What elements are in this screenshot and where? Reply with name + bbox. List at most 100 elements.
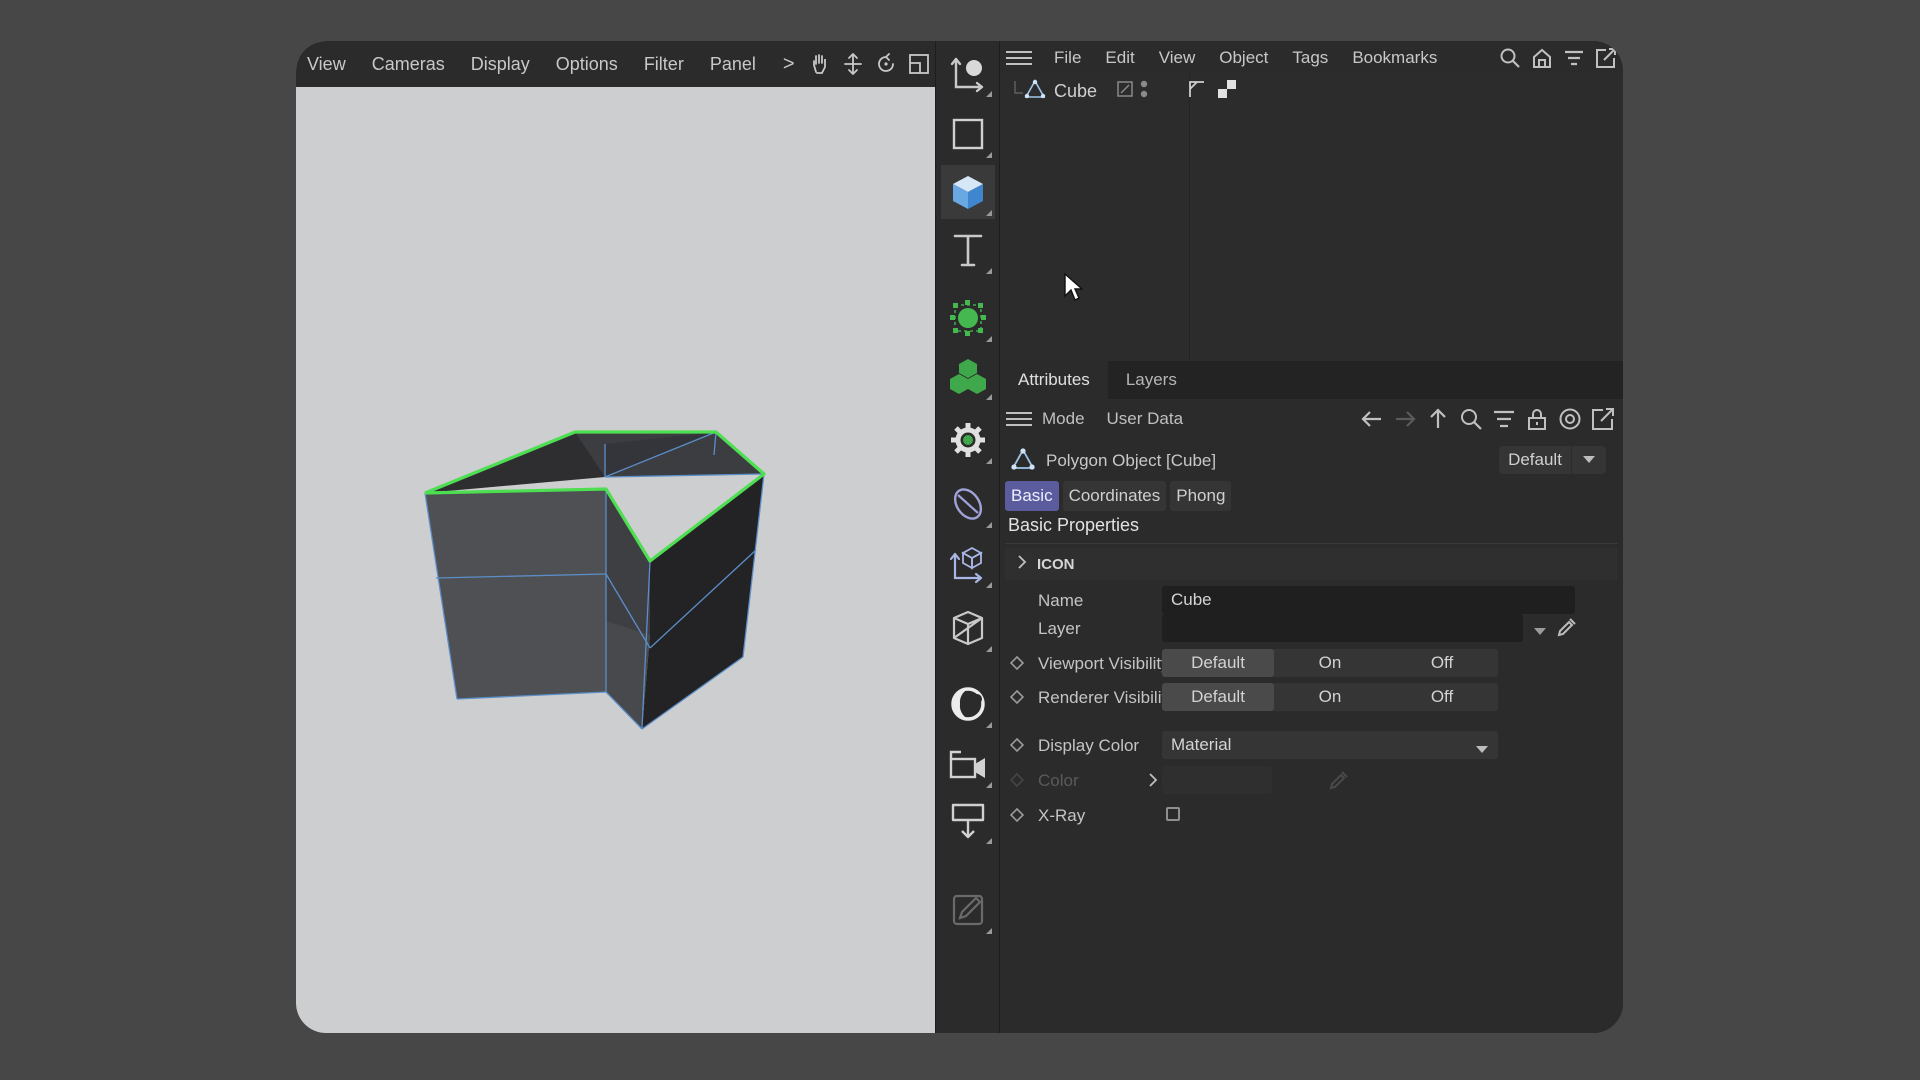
search-icon[interactable] <box>1499 47 1521 74</box>
viewport-nav <box>808 41 935 87</box>
rotate-view-icon[interactable] <box>874 52 898 76</box>
up-arrow-icon[interactable] <box>1426 407 1450 436</box>
text-icon[interactable] <box>941 223 995 277</box>
display-color-dropdown[interactable]: Material <box>1162 731 1498 759</box>
cinema4d-window: View Cameras Display Options Filter Pane… <box>296 41 1623 1033</box>
xray-label: X-Ray <box>1038 806 1086 825</box>
name-value[interactable]: Cube <box>1171 590 1212 610</box>
renderer-visibility-on[interactable]: On <box>1274 683 1386 711</box>
prop-layer: Layer <box>1000 614 1623 644</box>
scene-icon[interactable] <box>941 601 995 655</box>
layer-field[interactable] <box>1162 614 1523 642</box>
subtab-phong[interactable]: Phong <box>1170 481 1232 511</box>
eyedropper-icon[interactable] <box>1556 616 1578 643</box>
mode-menu[interactable]: Mode <box>1042 409 1085 429</box>
viewport-visibility-on[interactable]: On <box>1274 649 1386 677</box>
pencil-icon[interactable] <box>941 883 995 937</box>
filter-icon[interactable] <box>1492 407 1516 436</box>
attribute-subtabs: Basic Coordinates Phong <box>1005 481 1232 511</box>
object-name[interactable]: Cube <box>1054 81 1097 102</box>
object-row[interactable]: Cube <box>1014 78 1237 104</box>
section-title: Basic Properties <box>1008 515 1140 535</box>
new-window-icon[interactable] <box>1591 407 1615 436</box>
xray-checkbox[interactable] <box>1166 807 1180 821</box>
object-header: Polygon Object [Cube] Default <box>1000 445 1623 477</box>
om-menu-view[interactable]: View <box>1147 48 1208 68</box>
cloner-icon[interactable] <box>941 349 995 403</box>
spline-object-icon[interactable] <box>941 537 995 591</box>
prop-color: Color <box>1000 766 1623 796</box>
search-icon[interactable] <box>1459 407 1483 436</box>
om-menu-edit[interactable]: Edit <box>1093 48 1146 68</box>
om-menu-file[interactable]: File <box>1042 48 1093 68</box>
attribute-hamburger-icon[interactable] <box>1006 409 1032 429</box>
hamburger-menu-icon[interactable] <box>1006 48 1032 68</box>
om-menu-tags[interactable]: Tags <box>1280 48 1340 68</box>
target-icon[interactable] <box>1558 407 1582 436</box>
viewport-3d-scene[interactable] <box>296 87 935 1033</box>
viewport-menu-display[interactable]: Display <box>458 54 543 75</box>
material-tag-icon[interactable] <box>1217 79 1237 104</box>
keyframe-diamond-icon <box>1009 772 1025 788</box>
viewport-menu-cameras[interactable]: Cameras <box>359 54 458 75</box>
om-menu-object[interactable]: Object <box>1207 48 1280 68</box>
field-icon[interactable] <box>941 477 995 531</box>
chevron-right-icon[interactable] <box>1017 554 1027 574</box>
preset-dropdown[interactable]: Default <box>1499 446 1571 474</box>
preset-dropdown-arrow[interactable] <box>1572 446 1606 474</box>
keyframe-diamond-icon[interactable] <box>1009 737 1025 753</box>
filter-icon[interactable] <box>1563 47 1585 74</box>
renderer-visibility-label: Renderer Visibility <box>1038 688 1175 707</box>
tag-icon[interactable] <box>941 793 995 847</box>
renderer-visibility-default[interactable]: Default <box>1162 683 1274 711</box>
viewport-visibility-off[interactable]: Off <box>1386 649 1498 677</box>
subdivision-icon[interactable] <box>941 291 995 345</box>
keyframe-diamond-icon[interactable] <box>1009 807 1025 823</box>
visibility-dots-icon[interactable] <box>1139 78 1149 105</box>
keyframe-diamond-icon[interactable] <box>1009 689 1025 705</box>
renderer-visibility-off[interactable]: Off <box>1386 683 1498 711</box>
chevron-right-icon[interactable] <box>1148 773 1158 792</box>
chevron-down-icon[interactable] <box>1476 741 1488 759</box>
viewport-menu-options[interactable]: Options <box>543 54 631 75</box>
forward-arrow-icon[interactable] <box>1393 407 1417 436</box>
move-tool-icon[interactable] <box>941 46 995 100</box>
om-menu-bookmarks[interactable]: Bookmarks <box>1340 48 1449 68</box>
prop-xray: X-Ray <box>1000 801 1623 831</box>
tab-attributes[interactable]: Attributes <box>1000 361 1108 399</box>
camera-icon[interactable] <box>941 737 995 791</box>
keyframe-diamond-icon[interactable] <box>1009 655 1025 671</box>
name-field[interactable]: Cube <box>1162 586 1575 614</box>
attribute-manager: Attributes Layers Mode User Data Polygon… <box>1000 361 1623 1033</box>
tab-layers[interactable]: Layers <box>1108 361 1195 399</box>
viewport-menu-more[interactable]: > <box>769 53 809 76</box>
maximize-view-icon[interactable] <box>907 52 931 76</box>
object-list[interactable]: Cube <box>1000 74 1623 360</box>
subtab-coordinates[interactable]: Coordinates <box>1062 481 1167 511</box>
polygon-cube-model[interactable] <box>296 87 935 1033</box>
user-data-menu[interactable]: User Data <box>1107 409 1184 429</box>
new-window-icon[interactable] <box>1595 47 1617 74</box>
layer-dropdown-arrow-icon[interactable] <box>1534 623 1546 641</box>
viewport-visibility-default[interactable]: Default <box>1162 649 1274 677</box>
viewport-menu-panel[interactable]: Panel <box>697 54 769 75</box>
viewport-visibility-label: Viewport Visibility <box>1038 654 1170 673</box>
rectangle-select-icon[interactable] <box>941 107 995 161</box>
deformer-gear-icon[interactable] <box>941 413 995 467</box>
icon-group-header[interactable]: ICON <box>1005 548 1618 580</box>
phong-tag-icon[interactable] <box>1187 79 1207 104</box>
light-icon[interactable] <box>941 677 995 731</box>
lock-icon[interactable] <box>1525 407 1549 436</box>
move-view-icon[interactable] <box>841 52 865 76</box>
home-icon[interactable] <box>1531 47 1553 74</box>
viewport-menu-view[interactable]: View <box>296 54 359 75</box>
attribute-tabs: Attributes Layers <box>1000 361 1623 399</box>
layer-label: Layer <box>1038 619 1081 638</box>
edit-check-icon[interactable] <box>1117 80 1133 102</box>
viewport-menu-filter[interactable]: Filter <box>631 54 697 75</box>
pan-hand-icon[interactable] <box>808 52 832 76</box>
subtab-basic[interactable]: Basic <box>1005 481 1059 511</box>
back-arrow-icon[interactable] <box>1360 407 1384 436</box>
om-column-divider[interactable] <box>1189 74 1190 360</box>
cube-icon[interactable] <box>941 165 995 219</box>
